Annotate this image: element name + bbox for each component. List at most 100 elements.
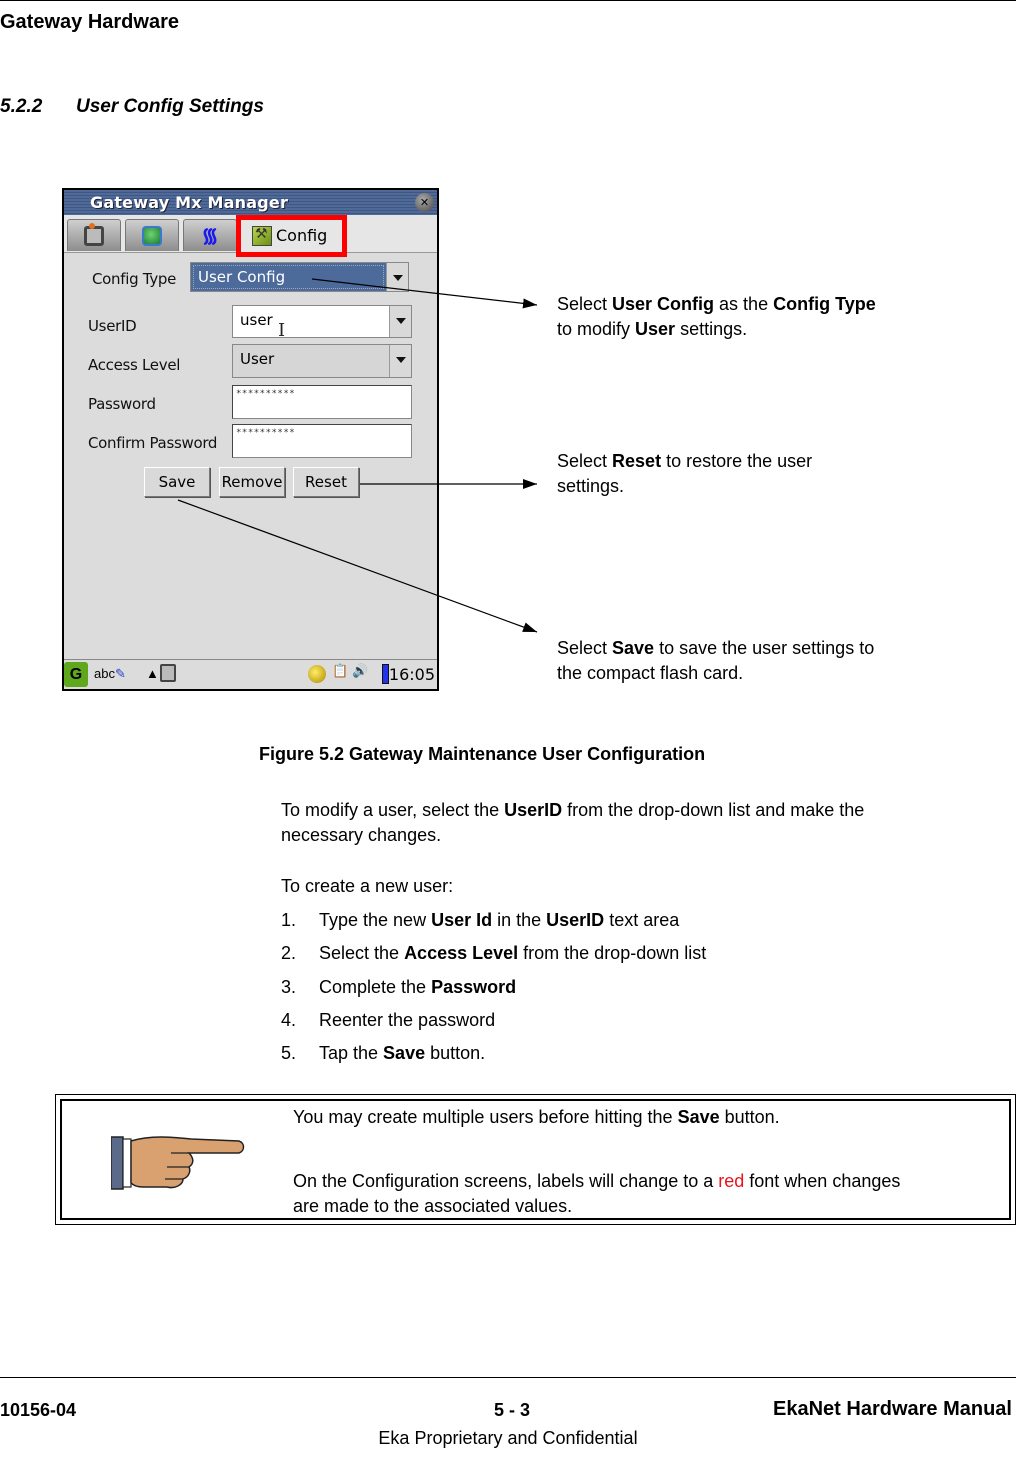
text: Tap the — [319, 1043, 384, 1063]
paragraph-modify-user: To modify a user, select the UserID from… — [281, 798, 864, 848]
text: You may create multiple users before hit… — [293, 1107, 678, 1127]
text: Reenter the password — [319, 1010, 496, 1030]
home-network-icon[interactable] — [160, 664, 176, 682]
note-box: You may create multiple users before hit… — [55, 1094, 1016, 1225]
bold-text: User Config — [612, 294, 715, 314]
doc-number: 10156-04 — [0, 1400, 77, 1420]
confirm-password-label: Confirm Password — [88, 434, 218, 452]
config-type-dropdown[interactable]: User Config — [190, 262, 409, 292]
bold-text: Access Level — [404, 943, 519, 963]
clipboard-icon[interactable]: 📋 — [332, 663, 348, 679]
text: Type the new — [319, 910, 432, 930]
list-number: 5. — [281, 1043, 297, 1063]
config-type-value: User Config — [191, 263, 386, 291]
confirm-password-field[interactable]: ********** — [232, 424, 412, 458]
chevron-down-icon[interactable] — [386, 263, 408, 291]
text: Select — [557, 638, 613, 658]
manual-title: EkaNet Hardware Manual — [773, 1398, 1012, 1420]
text: as the — [714, 294, 774, 314]
bold-text: User — [635, 319, 676, 339]
note-line-2: On the Configuration screens, labels wil… — [293, 1169, 900, 1219]
tab-home[interactable] — [67, 219, 121, 251]
chevron-down-icon[interactable] — [389, 306, 411, 337]
callout-config-type: Select User Config as the Config Type to… — [557, 292, 937, 342]
text: Select — [557, 451, 613, 471]
text: necessary changes. — [281, 825, 442, 845]
text: from the drop-down list and make the — [562, 800, 865, 820]
text: Complete the — [319, 977, 432, 997]
input-method[interactable]: abc✎ — [94, 666, 126, 682]
text: to save the user settings to — [654, 638, 875, 658]
callout-save: Select Save to save the user settings to… — [557, 636, 937, 686]
window-title: Gateway Mx Manager — [90, 193, 289, 212]
list-item: 5. Tap the Save button. — [281, 1043, 485, 1064]
reset-button[interactable]: Reset — [293, 467, 359, 497]
userid-combobox[interactable]: user — [232, 305, 412, 338]
list-item: 3. Complete the Password — [281, 977, 516, 998]
remove-button[interactable]: Remove — [219, 467, 285, 497]
bold-text: Password — [431, 977, 517, 997]
globe-icon — [142, 225, 162, 246]
text: settings. — [675, 319, 748, 339]
list-item: 1. Type the new User Id in the UserID tex… — [281, 910, 679, 931]
access-level-dropdown[interactable]: User — [232, 344, 412, 378]
page-number: 5 - 3 — [494, 1400, 531, 1420]
bold-text: Reset — [612, 451, 662, 471]
red-text: red — [718, 1171, 745, 1191]
text: Select the — [319, 943, 405, 963]
chevron-down-icon[interactable] — [389, 345, 411, 377]
text: button. — [425, 1043, 486, 1063]
save-button[interactable]: Save — [144, 467, 210, 497]
text: are made to the associated values. — [293, 1196, 573, 1216]
password-field[interactable]: ********** — [232, 385, 412, 419]
search-icon[interactable] — [308, 665, 326, 683]
input-method-label: abc — [94, 666, 115, 681]
config-tab-highlight — [236, 215, 347, 257]
figure-caption: Figure 5.2 Gateway Maintenance User Conf… — [259, 744, 706, 764]
list-number: 2. — [281, 943, 297, 963]
userid-value[interactable]: user — [233, 306, 389, 337]
section-number: 5.2.2 — [0, 96, 43, 117]
pointing-hand-icon — [111, 1136, 245, 1190]
text: settings. — [557, 476, 625, 496]
userid-label: UserID — [88, 317, 137, 335]
text: Select — [557, 294, 613, 314]
speaker-icon[interactable]: 🔊 — [352, 663, 368, 679]
confidential-notice: Eka Proprietary and Confidential — [378, 1428, 638, 1448]
access-level-label: Access Level — [88, 356, 181, 374]
password-label: Password — [88, 395, 156, 413]
tab-wireless[interactable]: ᯾ — [183, 219, 237, 251]
tab-globe[interactable] — [125, 219, 179, 251]
list-number: 4. — [281, 1010, 297, 1030]
bold-text: User Id — [431, 910, 493, 930]
footer-rule — [0, 1377, 1016, 1378]
start-icon[interactable]: G — [64, 662, 88, 687]
access-level-value: User — [240, 350, 275, 368]
header-rule — [0, 0, 1016, 1]
close-icon[interactable]: ✕ — [415, 193, 434, 212]
up-arrow-icon[interactable]: ▲ — [146, 666, 159, 681]
config-type-label: Config Type — [92, 270, 177, 288]
bold-text: Save — [383, 1043, 426, 1063]
text: in the — [492, 910, 547, 930]
list-number: 1. — [281, 910, 297, 930]
section-heading: 5.2.2 User Config Settings — [0, 96, 264, 118]
list-item: 2. Select the Access Level from the drop-… — [281, 943, 706, 964]
wireless-icon: ᯾ — [201, 224, 219, 247]
text: the compact flash card. — [557, 663, 744, 683]
list-item: 4. Reenter the password — [281, 1010, 495, 1031]
taskbar: G abc✎ ▲ 📋 🔊 16:05 — [64, 659, 437, 689]
text: button. — [719, 1107, 780, 1127]
text: text area — [604, 910, 680, 930]
list-number: 3. — [281, 977, 297, 997]
text: to restore the user — [661, 451, 813, 471]
home-network-icon — [84, 222, 104, 246]
bold-text: UserID — [546, 910, 605, 930]
text: On the Configuration screens, labels wil… — [293, 1171, 719, 1191]
window-titlebar: Gateway Mx Manager ✕ — [64, 190, 437, 215]
device-screenshot: Gateway Mx Manager ✕ ᯾ Config Config Typ… — [62, 188, 439, 691]
text: from the drop-down list — [518, 943, 707, 963]
text: font when changes — [744, 1171, 901, 1191]
clock: 16:05 — [388, 665, 435, 684]
pencil-icon: ✎ — [114, 666, 126, 681]
